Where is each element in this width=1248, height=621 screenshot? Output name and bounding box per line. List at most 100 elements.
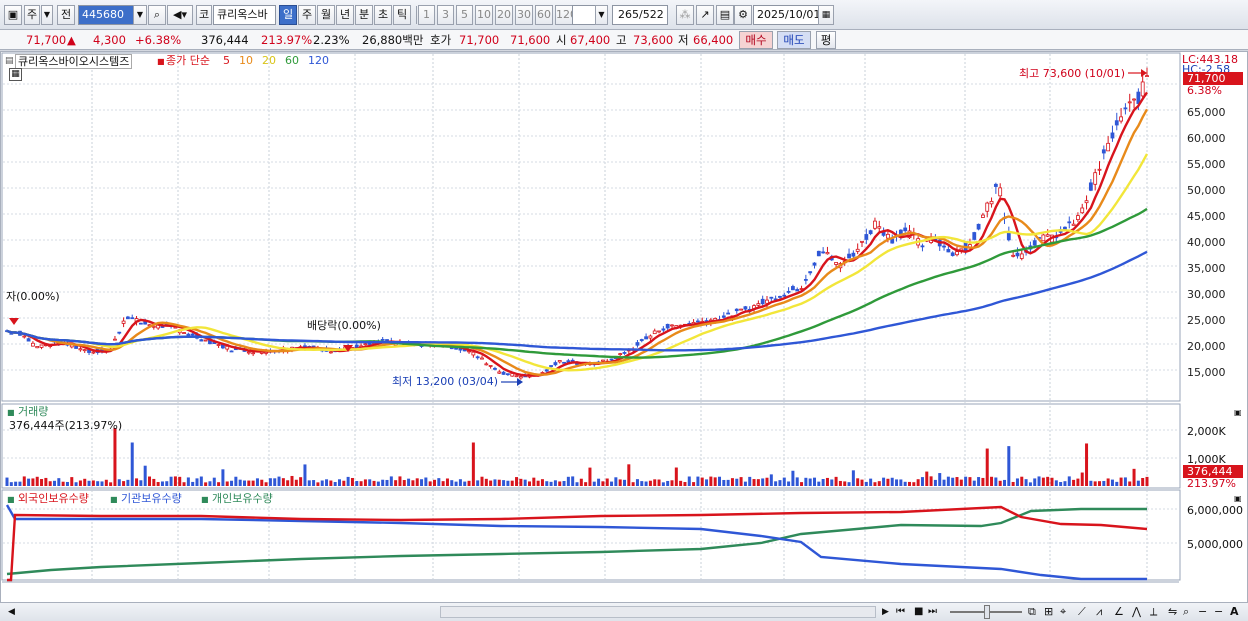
- ma-legend-item[interactable]: 20: [262, 54, 276, 67]
- candle-body: [825, 252, 830, 255]
- minute-tab[interactable]: 10: [475, 5, 493, 25]
- period-tab[interactable]: 주: [298, 5, 316, 25]
- crosshair-icon[interactable]: ⌖: [1060, 603, 1066, 621]
- holding-legend-item[interactable]: 개인보유수량: [212, 492, 273, 505]
- volume-bar: [178, 476, 182, 486]
- candle-body: [1123, 107, 1128, 110]
- link-icon[interactable]: ⁂: [676, 5, 694, 25]
- compare-icon[interactable]: ⇋: [1168, 603, 1177, 621]
- volume-bar: [920, 477, 924, 486]
- holding-legend-item[interactable]: 기관보유수량: [121, 492, 182, 505]
- scroll-left-icon[interactable]: ◀: [8, 603, 15, 621]
- volume-title[interactable]: 거래량: [18, 405, 48, 418]
- font-size-icon[interactable]: A: [1230, 603, 1239, 621]
- draw-icon[interactable]: ↗: [696, 5, 714, 25]
- code-dropdown-icon[interactable]: ▼: [133, 5, 147, 25]
- angle-icon[interactable]: ∠: [1114, 603, 1124, 621]
- ma-legend-item[interactable]: 5: [223, 54, 230, 67]
- zoom-slider-handle[interactable]: [984, 605, 990, 619]
- candle-body: [942, 245, 946, 248]
- volume-bar: [705, 479, 709, 486]
- period-tab[interactable]: 틱: [393, 5, 411, 25]
- minute-tab[interactable]: 5: [456, 5, 473, 25]
- zoom-in-icon[interactable]: −: [1214, 603, 1223, 621]
- minute-tab[interactable]: 3: [437, 5, 454, 25]
- volume-bar: [640, 481, 644, 486]
- candle-body: [117, 331, 122, 334]
- candle-body: [506, 373, 510, 376]
- period-tab[interactable]: 년: [336, 5, 354, 25]
- minute-tab[interactable]: 60: [535, 5, 553, 25]
- trend-icon[interactable]: ⟋: [1078, 603, 1086, 621]
- first-icon[interactable]: ⏮: [896, 603, 905, 621]
- quote-bar: 71,700 ▲ 4,300 +6.38% 376,444 213.97% 2.…: [0, 30, 1248, 50]
- candle-body: [471, 351, 476, 356]
- stock-label[interactable]: 큐리옥스바이오시스템즈: [15, 54, 133, 69]
- volume-bar: [402, 480, 406, 486]
- volume-bar: [420, 479, 424, 486]
- eval-button[interactable]: 평: [816, 31, 836, 49]
- gear-icon[interactable]: ⚙: [734, 5, 752, 25]
- layout-icon[interactable]: ⊞: [1044, 603, 1053, 621]
- calendar-icon[interactable]: ▦: [818, 5, 834, 25]
- buy-button[interactable]: 매수: [739, 31, 773, 49]
- volume-bar: [933, 479, 937, 486]
- stock-code-input[interactable]: 445680: [78, 5, 138, 25]
- period-tab[interactable]: 분: [355, 5, 373, 25]
- fib-icon[interactable]: ⩘: [1096, 603, 1102, 621]
- search-icon[interactable]: ⌕: [148, 5, 166, 25]
- ma-title[interactable]: 종가 단순: [166, 54, 210, 67]
- window-icon[interactable]: ▣: [4, 5, 22, 25]
- minute-tab[interactable]: 20: [495, 5, 513, 25]
- period-tab[interactable]: 초: [374, 5, 392, 25]
- count-field[interactable]: 265/522: [612, 5, 668, 25]
- minute-tab[interactable]: 1: [418, 5, 435, 25]
- volume-bar: [234, 476, 238, 486]
- minute-tab[interactable]: 30: [515, 5, 533, 25]
- stop-icon[interactable]: ■: [914, 603, 923, 621]
- volume-bar: [1028, 482, 1032, 486]
- volume-bar: [730, 478, 734, 486]
- chart-area[interactable]: ▤ 큐리옥스바이오시스템즈 ■ 종가 단순 5 10 20 60 120 ▦ 자(0.0…: [0, 51, 1248, 603]
- ma-legend-item[interactable]: 60: [285, 54, 299, 67]
- candle-body: [791, 286, 795, 291]
- candle-body: [544, 369, 549, 372]
- zoom-out-icon[interactable]: −: [1198, 603, 1207, 621]
- chevron-down-icon[interactable]: ▼: [41, 5, 53, 25]
- period-tab[interactable]: 일: [279, 5, 297, 25]
- sell-button[interactable]: 매도: [777, 31, 811, 49]
- volume-bar: [1015, 478, 1019, 486]
- candle-body: [657, 330, 661, 333]
- calculator-icon[interactable]: ▦: [9, 68, 22, 81]
- last-price-pct: 6.38%: [1187, 84, 1222, 97]
- period-tab[interactable]: 월: [317, 5, 335, 25]
- date-field[interactable]: 2025/10/01: [753, 5, 819, 25]
- close-panel-icon[interactable]: ▣: [1234, 492, 1242, 505]
- volume-bar: [959, 479, 963, 486]
- ma-legend-item[interactable]: 120: [308, 54, 329, 67]
- wave-icon[interactable]: ⋀: [1132, 603, 1141, 621]
- volume-bar: [437, 478, 441, 486]
- market-type-button[interactable]: 코: [196, 5, 212, 25]
- ma-legend-item[interactable]: 10: [239, 54, 253, 67]
- speaker-icon[interactable]: ◀▾: [167, 5, 193, 25]
- zoom-icon[interactable]: ⌕: [1183, 603, 1189, 621]
- chevron-down-icon[interactable]: ▼: [595, 5, 608, 25]
- close-panel-icon[interactable]: ▣: [1234, 406, 1242, 419]
- text-tool-icon[interactable]: ⟂: [1150, 603, 1157, 621]
- save-icon[interactable]: ▤: [716, 5, 734, 25]
- scroll-right-icon[interactable]: ▶: [882, 603, 889, 621]
- panel-menu-icon[interactable]: ▤: [5, 55, 14, 68]
- holding-legend-item[interactable]: 외국인보유수량: [18, 492, 89, 505]
- candle-body: [1045, 234, 1050, 237]
- chart-canvas[interactable]: [1, 52, 1247, 602]
- trade-amount: 26,880백만: [362, 33, 424, 47]
- volume-bar: [152, 478, 156, 486]
- tools-icon[interactable]: ⧉: [1028, 603, 1036, 621]
- candle-body: [734, 308, 739, 312]
- all-toggle[interactable]: 전: [57, 5, 75, 25]
- horizontal-scrollbar[interactable]: [440, 606, 876, 618]
- last-icon[interactable]: ⏭: [928, 603, 937, 621]
- mode-select[interactable]: 주: [24, 5, 40, 25]
- volume-bar: [808, 478, 812, 486]
